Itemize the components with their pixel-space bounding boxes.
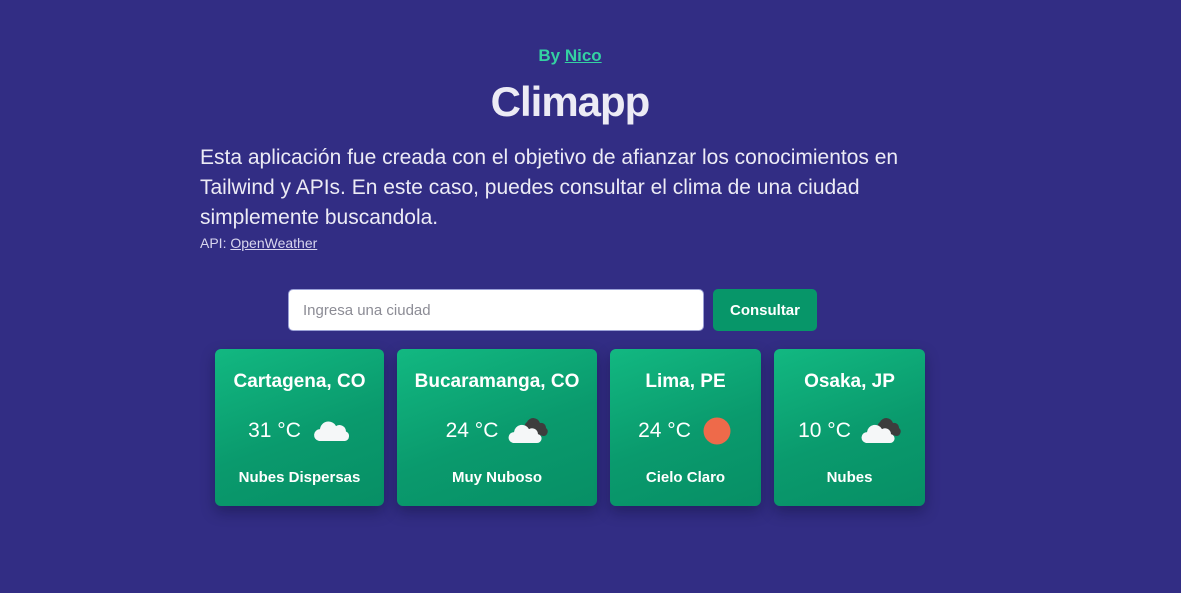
weather-card: Cartagena, CO 31 °C Nubes Dispersas <box>215 349 384 506</box>
search-button[interactable]: Consultar <box>713 289 817 331</box>
card-temperature: 10 °C <box>798 419 851 442</box>
city-search-input[interactable] <box>288 289 704 331</box>
app-title: Climapp <box>490 78 651 125</box>
sun-icon <box>701 415 733 447</box>
card-city: Cartagena, CO <box>233 371 366 392</box>
api-prefix: API: <box>200 235 227 251</box>
cloud-icon <box>311 415 351 447</box>
broken-clouds-icon <box>508 415 549 447</box>
weather-card: Osaka, JP 10 °C Nubes <box>774 349 925 506</box>
card-city: Osaka, JP <box>804 371 895 392</box>
card-condition: Muy Nuboso <box>452 469 542 486</box>
app-description: Esta aplicación fue creada con el objeti… <box>200 146 899 229</box>
card-city: Bucaramanga, CO <box>414 371 580 392</box>
card-city: Lima, PE <box>645 371 726 392</box>
card-temperature: 24 °C <box>445 419 499 442</box>
api-link[interactable]: OpenWeather <box>230 235 317 251</box>
byline: By Nico <box>0 46 1140 66</box>
api-credit: API: OpenWeather <box>200 235 317 251</box>
card-condition: Nubes <box>826 469 873 486</box>
card-condition: Nubes Dispersas <box>238 469 361 486</box>
author-link[interactable]: Nico <box>565 46 602 65</box>
weather-card: Bucaramanga, CO 24 °C Muy Nuboso <box>397 349 597 506</box>
broken-clouds-icon <box>861 415 901 447</box>
byline-prefix: By <box>538 46 561 65</box>
card-condition: Cielo Claro <box>645 469 726 486</box>
weather-card: Lima, PE 24 °C Cielo Claro <box>610 349 761 506</box>
card-temperature: 24 °C <box>638 419 691 442</box>
card-temperature: 31 °C <box>248 419 301 442</box>
